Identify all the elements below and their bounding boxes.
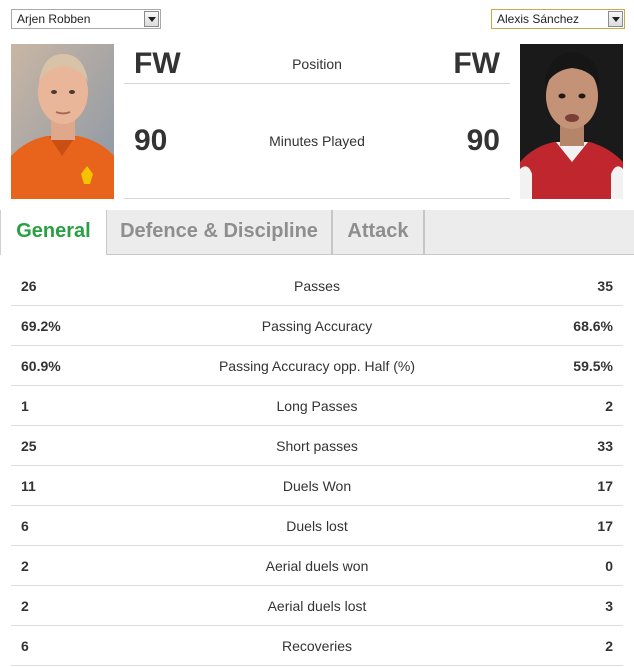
right-minutes: 90 xyxy=(466,124,500,157)
tab-label: Attack xyxy=(347,220,409,242)
right-value: 35 xyxy=(597,277,613,294)
right-value: 0 xyxy=(605,557,613,574)
left-value: 60.9% xyxy=(21,357,61,374)
player-select-right-value: Alexis Sánchez xyxy=(497,12,580,26)
table-row: 2 Aerial duels lost 3 xyxy=(11,586,623,626)
left-value: 6 xyxy=(21,517,29,534)
stat-label: Recoveries xyxy=(281,637,353,654)
right-value: 17 xyxy=(597,517,613,534)
comparison-label: Position xyxy=(292,55,342,72)
comparison-label: Minutes Played xyxy=(269,133,365,149)
table-row: 6 Duels lost 17 xyxy=(11,506,623,546)
stat-label: Passes xyxy=(294,277,340,294)
comparison-row-minutes: 90 Minutes Played 90 xyxy=(124,84,510,199)
stat-label: Short passes xyxy=(276,437,358,454)
left-value: 6 xyxy=(21,637,29,654)
right-value: 3 xyxy=(605,597,613,614)
chevron-down-icon[interactable] xyxy=(144,11,159,27)
player-photo-right xyxy=(520,44,623,199)
right-value: 33 xyxy=(597,437,613,454)
stat-label: Aerial duels lost xyxy=(267,597,367,614)
stat-label: Duels lost xyxy=(286,517,348,534)
table-row: 69.2% Passing Accuracy 68.6% xyxy=(11,306,623,346)
comparison-row-position: FW Position FW xyxy=(124,44,510,84)
tab-attack[interactable]: Attack xyxy=(333,210,425,254)
chevron-down-icon[interactable] xyxy=(608,11,623,27)
tab-general[interactable]: General xyxy=(0,210,107,255)
table-row: 2 Aerial duels won 0 xyxy=(11,546,623,586)
player-select-right[interactable]: Alexis Sánchez xyxy=(491,9,625,29)
table-row: 1 Long Passes 2 xyxy=(11,386,623,426)
left-minutes: 90 xyxy=(134,124,168,157)
stat-label: Long Passes xyxy=(276,397,358,414)
tab-defence-discipline[interactable]: Defence & Discipline xyxy=(107,210,333,254)
right-value: 2 xyxy=(605,637,613,654)
left-value: 2 xyxy=(21,557,29,574)
stat-label: Passing Accuracy xyxy=(261,317,373,334)
left-value: 26 xyxy=(21,277,37,294)
right-position: FW xyxy=(453,46,500,80)
right-value: 17 xyxy=(597,477,613,494)
right-value: 2 xyxy=(605,397,613,414)
left-value: 11 xyxy=(21,477,36,494)
tab-label: Defence & Discipline xyxy=(120,220,318,242)
table-row: 6 Recoveries 2 xyxy=(11,626,623,666)
left-position: FW xyxy=(134,46,181,80)
left-value: 25 xyxy=(21,437,37,454)
player-portrait-left-icon xyxy=(11,44,114,199)
tab-label: General xyxy=(16,220,91,242)
left-value: 2 xyxy=(21,597,29,614)
stats-table: 26 Passes 35 69.2% Passing Accuracy 68.6… xyxy=(11,266,623,666)
left-value: 1 xyxy=(21,397,29,414)
table-row: 11 Duels Won 17 xyxy=(11,466,623,506)
stat-label: Duels Won xyxy=(282,477,352,494)
player-select-left-value: Arjen Robben xyxy=(17,12,91,26)
table-row: 25 Short passes 33 xyxy=(11,426,623,466)
player-select-left[interactable]: Arjen Robben xyxy=(11,9,161,29)
player-portrait-right-icon xyxy=(520,44,623,199)
player-photo-left xyxy=(11,44,114,199)
tab-bar: General Defence & Discipline Attack xyxy=(0,210,634,255)
left-value: 69.2% xyxy=(21,317,61,334)
stat-label: Passing Accuracy opp. Half (%) xyxy=(218,357,416,374)
table-row: 60.9% Passing Accuracy opp. Half (%) 59.… xyxy=(11,346,623,386)
right-value: 59.5% xyxy=(573,357,613,374)
right-value: 68.6% xyxy=(573,317,613,334)
table-row: 26 Passes 35 xyxy=(11,266,623,306)
stat-label: Aerial duels won xyxy=(265,557,369,574)
